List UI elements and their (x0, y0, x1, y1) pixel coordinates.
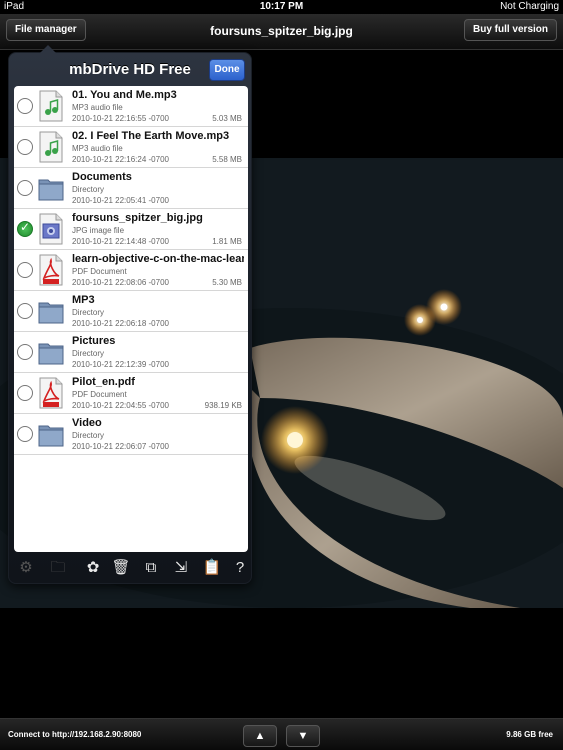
file-size: 5.30 MB (212, 278, 242, 287)
file-date: 2010-10-21 22:12:39 -0700 (72, 360, 169, 369)
mp3-icon (39, 131, 63, 163)
pdf-icon (39, 377, 63, 409)
file-date: 2010-10-21 22:06:18 -0700 (72, 319, 169, 328)
clock: 10:17 PM (259, 1, 304, 12)
move-icon[interactable]: ⇲ (170, 557, 192, 579)
list-item[interactable]: Pictures Directory 2010-10-21 22:12:39 -… (14, 332, 248, 373)
file-size: 938.19 KB (204, 401, 242, 410)
file-name: Pilot_en.pdf (72, 376, 135, 388)
list-item[interactable]: 02. I Feel The Earth Move.mp3 MP3 audio … (14, 127, 248, 168)
file-name: foursuns_spitzer_big.jpg (72, 212, 203, 224)
file-name: Video (72, 417, 102, 429)
list-item[interactable]: MP3 Directory 2010-10-21 22:06:18 -0700 (14, 291, 248, 332)
copy-icon[interactable]: ⧉ (140, 557, 162, 579)
jpg-icon (39, 213, 63, 245)
help-icon[interactable]: ? (229, 557, 251, 579)
file-type: JPG image file (72, 226, 125, 235)
file-browser-popover: mbDrive HD Free Done 01. You and Me.mp3 … (8, 45, 252, 584)
folder-icon (38, 179, 64, 201)
done-button[interactable]: Done (209, 59, 245, 81)
file-type: Directory (72, 349, 105, 358)
file-name: 01. You and Me.mp3 (72, 89, 177, 101)
file-type: Directory (72, 185, 105, 194)
file-type: PDF Document (72, 390, 127, 399)
next-button[interactable]: ▼ (286, 725, 320, 747)
folder-icon (38, 425, 64, 447)
battery-status: Not Charging (500, 1, 559, 12)
file-list[interactable]: 01. You and Me.mp3 MP3 audio file 2010-1… (14, 86, 248, 552)
status-bar: iPad 10:17 PM Not Charging (0, 0, 563, 14)
popover-toolbar: ⚙ 🗀 ✿ 🗑 ⧉ ⇲ 📋 ? (9, 557, 251, 579)
list-item[interactable]: 01. You and Me.mp3 MP3 audio file 2010-1… (14, 86, 248, 127)
select-radio[interactable] (17, 262, 33, 278)
file-type: MP3 audio file (72, 144, 123, 153)
file-name: Pictures (72, 335, 116, 347)
settings-gear-icon[interactable]: ⚙ (15, 557, 37, 579)
file-type: Directory (72, 308, 105, 317)
file-date: 2010-10-21 22:16:24 -0700 (72, 155, 169, 164)
file-date: 2010-10-21 22:05:41 -0700 (72, 196, 169, 205)
file-date: 2010-10-21 22:06:07 -0700 (72, 442, 169, 451)
select-radio-checked[interactable] (17, 220, 33, 237)
navigation-bar: File manager foursuns_spitzer_big.jpg Bu… (0, 14, 563, 50)
file-size: 5.03 MB (212, 114, 242, 123)
free-space-label: 9.86 GB free (506, 730, 553, 739)
file-date: 2010-10-21 22:08:06 -0700 (72, 278, 169, 287)
flower-icon[interactable]: ✿ (82, 557, 104, 579)
file-date: 2010-10-21 22:14:48 -0700 (72, 237, 169, 246)
file-name: 02. I Feel The Earth Move.mp3 (72, 130, 230, 142)
select-radio[interactable] (17, 385, 33, 401)
select-radio[interactable] (17, 98, 33, 114)
file-type: MP3 audio file (72, 103, 123, 112)
paste-icon[interactable]: 📋 (201, 557, 223, 579)
file-name: learn-objective-c-on-the-mac-lear (72, 253, 244, 265)
list-item[interactable]: Documents Directory 2010-10-21 22:05:41 … (14, 168, 248, 209)
buy-full-version-button[interactable]: Buy full version (463, 19, 557, 41)
file-name: Documents (72, 171, 132, 183)
file-date: 2010-10-21 22:16:55 -0700 (72, 114, 169, 123)
connection-address: Connect to http://192.168.2.90:8080 (8, 730, 142, 739)
trash-icon[interactable]: 🗑 (110, 557, 132, 579)
folder-icon (38, 302, 64, 324)
select-radio[interactable] (17, 344, 33, 360)
file-date: 2010-10-21 22:04:55 -0700 (72, 401, 169, 410)
select-radio[interactable] (17, 426, 33, 442)
select-radio[interactable] (17, 303, 33, 319)
select-radio[interactable] (17, 139, 33, 155)
popover-arrow (39, 45, 57, 54)
list-item[interactable]: foursuns_spitzer_big.jpg JPG image file … (14, 209, 248, 250)
select-radio[interactable] (17, 180, 33, 196)
list-item[interactable]: learn-objective-c-on-the-mac-lear PDF Do… (14, 250, 248, 291)
bottom-toolbar: Connect to http://192.168.2.90:8080 ▲ ▼ … (0, 718, 563, 750)
file-size: 5.58 MB (212, 155, 242, 164)
list-item[interactable]: Pilot_en.pdf PDF Document 2010-10-21 22:… (14, 373, 248, 414)
new-folder-icon[interactable]: 🗀 (47, 557, 69, 579)
file-size: 1.81 MB (212, 237, 242, 246)
previous-button[interactable]: ▲ (243, 725, 277, 747)
pdf-icon (39, 254, 63, 286)
folder-icon (38, 343, 64, 365)
file-type: PDF Document (72, 267, 127, 276)
file-type: Directory (72, 431, 105, 440)
file-name: MP3 (72, 294, 95, 306)
list-item[interactable]: Video Directory 2010-10-21 22:06:07 -070… (14, 414, 248, 455)
mp3-icon (39, 90, 63, 122)
